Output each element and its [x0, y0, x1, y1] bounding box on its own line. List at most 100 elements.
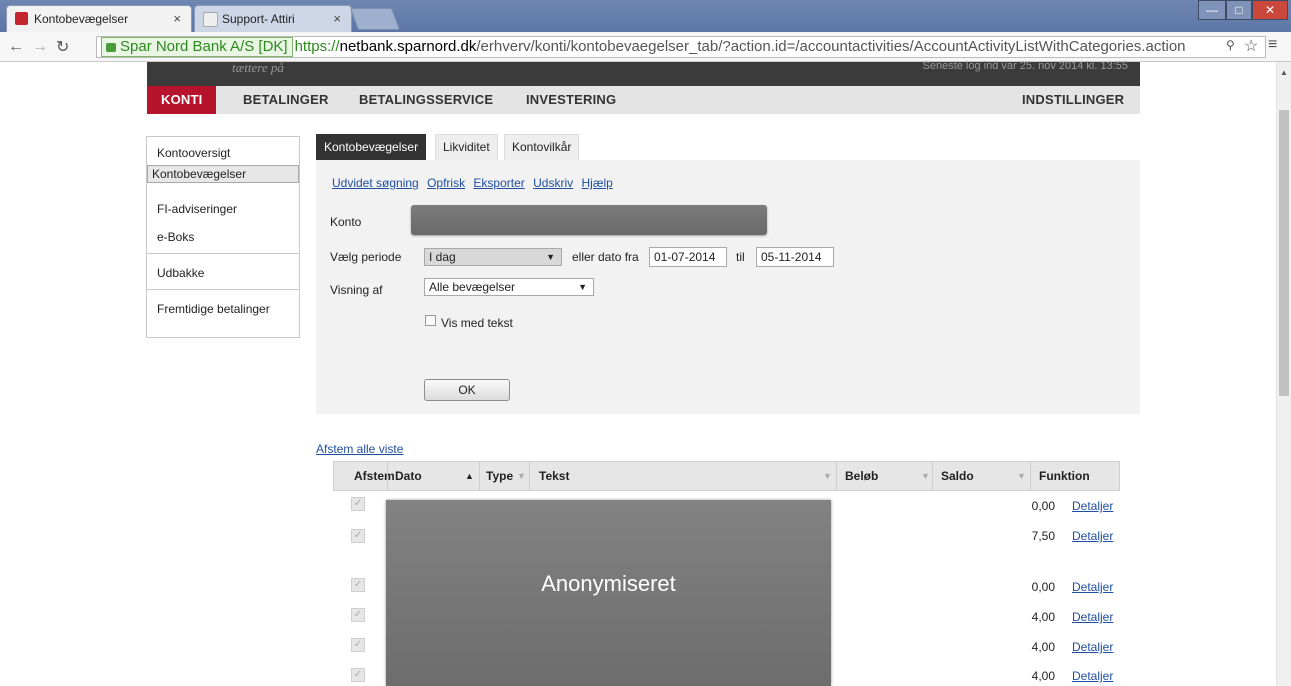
column-divider [932, 462, 933, 490]
saldo-value: 4,00 [1031, 669, 1055, 683]
details-link[interactable]: Detaljer [1072, 499, 1113, 513]
tab-likviditet[interactable]: Likviditet [435, 134, 498, 160]
sidebar-item-fremtidige-betalinger[interactable]: Fremtidige betalinger [147, 295, 299, 323]
saldo-value: 7,50 [1031, 529, 1055, 543]
details-link[interactable]: Detaljer [1072, 669, 1113, 683]
sort-icon[interactable]: ▼ [1017, 462, 1026, 490]
col-tekst[interactable]: Tekst [539, 462, 569, 490]
period-label: Vælg periode [330, 250, 402, 264]
ok-button[interactable]: OK [424, 379, 510, 401]
account-sidebar: Kontooversigt Kontobevægelser FI-adviser… [146, 136, 300, 338]
ev-certificate-badge[interactable]: Spar Nord Bank A/S [DK] [101, 37, 293, 57]
search-panel: Udvidet søgning Opfrisk Eksporter Udskri… [316, 160, 1140, 414]
sort-icon[interactable]: ▼ [823, 462, 832, 490]
browser-tab-kontobevaegelser[interactable]: Kontobevægelser × [6, 5, 192, 32]
column-divider [836, 462, 837, 490]
link-eksporter[interactable]: Eksporter [473, 176, 524, 190]
close-tab-icon[interactable]: × [333, 11, 341, 26]
sidebar-divider [147, 289, 299, 290]
reconcile-checkbox[interactable]: ✓ [351, 578, 365, 592]
sidebar-divider [147, 253, 299, 254]
url-scheme: https:// [294, 38, 340, 55]
page-scrollbar[interactable]: ▲ [1276, 62, 1291, 686]
nav-konti[interactable]: KONTI [147, 86, 217, 114]
nav-betalinger[interactable]: BETALINGER [243, 86, 329, 114]
details-link[interactable]: Detaljer [1072, 640, 1113, 654]
reconcile-all-link[interactable]: Afstem alle viste [316, 442, 403, 456]
dropdown-arrow-icon: ▼ [578, 282, 587, 292]
col-type[interactable]: Type [486, 462, 513, 490]
details-link[interactable]: Detaljer [1072, 529, 1113, 543]
link-hjaelp[interactable]: Hjælp [581, 176, 612, 190]
zoom-icon[interactable]: ⚲ [1226, 38, 1235, 52]
col-afstem[interactable]: Afstem [354, 462, 395, 490]
nav-investering[interactable]: INVESTERING [526, 86, 616, 114]
close-tab-icon[interactable]: × [173, 11, 181, 26]
saldo-value: 0,00 [1031, 499, 1055, 513]
browser-tab-title: Kontobevægelser [34, 12, 129, 26]
sidebar-item-kontobevaegelser[interactable]: Kontobevægelser [147, 165, 299, 183]
link-udskriv[interactable]: Udskriv [533, 176, 573, 190]
bookmark-star-icon[interactable]: ☆ [1244, 36, 1258, 56]
konto-label: Konto [330, 215, 362, 229]
url-host: netbank.sparnord.dk [339, 38, 477, 55]
new-tab-button[interactable] [349, 8, 401, 30]
link-opfrisk[interactable]: Opfrisk [427, 176, 465, 190]
col-saldo[interactable]: Saldo [941, 462, 974, 490]
view-select[interactable]: Alle bevægelser ▼ [424, 278, 594, 296]
tab-kontovilkaar[interactable]: Kontovilkår [504, 134, 580, 160]
transactions-table-header: Afstem Dato ▲ Type ▼ Tekst ▼ Beløb ▼ Sal… [333, 461, 1120, 491]
action-links: Udvidet søgning Opfrisk Eksporter Udskri… [332, 176, 618, 190]
bank-header: tættere på Seneste log ind var 25. nov 2… [147, 60, 1140, 86]
show-text-checkbox[interactable] [425, 315, 436, 326]
view-label: Visning af [330, 283, 383, 297]
nav-indstillinger[interactable]: INDSTILLINGER [1022, 86, 1124, 114]
close-window-button[interactable]: ✕ [1252, 0, 1288, 20]
scrollbar-thumb[interactable] [1279, 110, 1289, 396]
sidebar-item-e-boks[interactable]: e-Boks [147, 223, 299, 251]
link-udvidet-soegning[interactable]: Udvidet søgning [332, 176, 419, 190]
sort-icon[interactable]: ▼ [517, 462, 526, 490]
reconcile-checkbox[interactable]: ✓ [351, 529, 365, 543]
maximize-button[interactable]: □ [1226, 0, 1252, 20]
browser-toolbar: ← → ↻ Spar Nord Bank A/S [DK] https://net… [0, 32, 1291, 62]
browser-tab-title: Support- Attiri [222, 12, 295, 26]
sidebar-item-kontooversigt[interactable]: Kontooversigt [147, 139, 299, 167]
dropdown-arrow-icon: ▼ [546, 252, 555, 262]
reconcile-checkbox[interactable]: ✓ [351, 497, 365, 511]
date-from-input[interactable]: 01-07-2014 [649, 247, 727, 267]
sort-asc-icon[interactable]: ▲ [465, 462, 474, 490]
column-divider [387, 462, 388, 490]
lock-icon [106, 43, 116, 52]
browser-tab-strip: Kontobevægelser × Support- Attiri × — □ … [0, 0, 1291, 32]
address-bar[interactable]: Spar Nord Bank A/S [DK] https://netbank.s… [96, 36, 1266, 58]
column-divider [479, 462, 480, 490]
scroll-up-icon[interactable]: ▲ [1280, 68, 1288, 77]
reconcile-checkbox[interactable]: ✓ [351, 668, 365, 682]
details-link[interactable]: Detaljer [1072, 580, 1113, 594]
reload-icon[interactable]: ↻ [56, 37, 69, 57]
nav-betalingsservice[interactable]: BETALINGSSERVICE [359, 86, 493, 114]
back-arrow-icon[interactable]: ← [8, 38, 24, 56]
sidebar-item-udbakke[interactable]: Udbakke [147, 259, 299, 287]
sort-icon[interactable]: ▼ [921, 462, 930, 490]
period-select[interactable]: I dag ▼ [424, 248, 562, 266]
reconcile-checkbox[interactable]: ✓ [351, 638, 365, 652]
show-text-label: Vis med tekst [441, 316, 513, 330]
page-favicon-icon [203, 12, 218, 27]
tab-kontobevaegelser[interactable]: Kontobevægelser [316, 134, 427, 160]
forward-arrow-icon[interactable]: → [32, 38, 48, 56]
col-beloeb[interactable]: Beløb [845, 462, 878, 490]
browser-tab-support[interactable]: Support- Attiri × [194, 5, 352, 32]
saldo-value: 4,00 [1031, 610, 1055, 624]
main-navigation: KONTI BETALINGER BETALINGSSERVICE INVEST… [147, 86, 1140, 114]
date-to-input[interactable]: 05-11-2014 [756, 247, 834, 267]
sidebar-item-fi-adviseringer[interactable]: FI-adviseringer [147, 195, 299, 223]
konto-select-redacted[interactable] [411, 205, 767, 235]
col-dato[interactable]: Dato [395, 462, 422, 490]
minimize-button[interactable]: — [1198, 0, 1226, 20]
col-funktion: Funktion [1039, 469, 1090, 483]
reconcile-checkbox[interactable]: ✓ [351, 608, 365, 622]
details-link[interactable]: Detaljer [1072, 610, 1113, 624]
menu-icon[interactable]: ≡ [1268, 36, 1277, 54]
